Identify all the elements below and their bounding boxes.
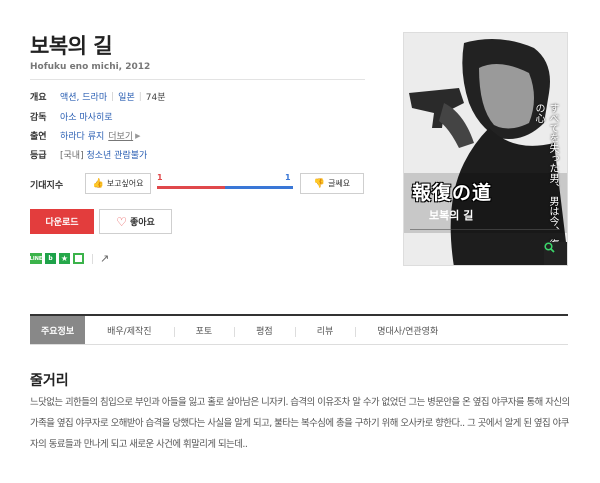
rating-region: [국내]	[60, 151, 84, 161]
synopsis-text: 느닷없는 괴한들의 침입으로 부인과 아들을 잃고 홀로 살아남은 니자키. 습…	[30, 397, 570, 450]
info-rating-row: 등급 [국내] 청소년 관람불가	[30, 148, 147, 161]
genre-link[interactable]: 액션, 드라마	[60, 90, 107, 103]
expectation-index: 기대지수 👍 보고싶어요 1 1 👎 글쎄요	[30, 172, 370, 196]
tab-cast-crew[interactable]: 배우/제작진	[85, 316, 173, 344]
separator: |	[111, 91, 115, 102]
thumbs-up-icon: 👍	[92, 178, 104, 189]
zoom-button[interactable]	[544, 242, 567, 265]
info-cast-row: 출연 하라다 류지 더보기 ▶	[30, 129, 141, 143]
like-button[interactable]: ♡ 좋아요	[99, 209, 172, 234]
line-icon[interactable]: LINE	[30, 253, 42, 264]
poster-title-jp: 報復の道	[412, 182, 493, 204]
share-icon[interactable]: ↗	[100, 252, 109, 265]
tab-bar: 주요정보 배우/제작진 포토 평점 리뷰 명대사/연관영화	[30, 314, 568, 345]
thumbs-down-icon: 👎	[313, 178, 326, 189]
cast-link[interactable]: 하라다 류지	[60, 129, 104, 142]
director-link[interactable]: 아소 마사히로	[60, 110, 113, 123]
heart-icon: ♡	[116, 214, 127, 229]
tab-review[interactable]: 리뷰	[294, 316, 356, 344]
divider	[92, 253, 93, 264]
want-count: 1	[157, 173, 163, 182]
want-to-see-label: 보고싶어요	[106, 179, 144, 188]
poster-title-kr: 보복의 길	[429, 209, 474, 222]
info-overview-row: 개요 액션, 드라마 | 일본 | 74분	[30, 90, 166, 104]
not-sure-label: 글쎄요	[328, 179, 351, 188]
like-label: 좋아요	[129, 218, 155, 228]
tab-photo[interactable]: 포토	[173, 316, 235, 344]
separator: |	[138, 91, 142, 102]
overview-label: 개요	[30, 93, 47, 103]
expectation-label: 기대지수	[30, 181, 64, 191]
search-icon	[544, 242, 555, 253]
want-to-see-button[interactable]: 👍 보고싶어요	[85, 173, 151, 194]
poster-credits	[410, 229, 560, 241]
tab-main-info[interactable]: 주요정보	[30, 316, 86, 344]
movie-original-title: Hofuku eno michi, 2012	[30, 62, 151, 72]
box-icon[interactable]	[73, 253, 84, 264]
movie-title: 보복의 길	[30, 34, 113, 58]
country-link[interactable]: 일본	[118, 90, 135, 103]
more-cast-link[interactable]: 더보기	[108, 129, 133, 142]
chevron-right-icon: ▶	[135, 131, 141, 140]
divider	[30, 79, 365, 80]
not-sure-button[interactable]: 👎 글쎄요	[300, 173, 364, 194]
expectation-bar	[157, 186, 293, 189]
tab-quotes-related[interactable]: 명대사/연관영화	[355, 316, 460, 344]
runtime: 74분	[145, 93, 166, 103]
cast-label: 출연	[30, 132, 47, 142]
rating-label: 등급	[30, 151, 47, 161]
director-label: 감독	[30, 113, 47, 123]
synopsis-heading: 줄거리	[30, 373, 69, 389]
movie-poster[interactable]: すべてを失った男、 男は今、 復讐の心 報復の道 보복의 길	[403, 32, 568, 266]
share-bar: LINE b ★ ↗	[30, 252, 110, 265]
rating-value[interactable]: 청소년 관람불가	[86, 148, 147, 161]
tab-rating[interactable]: 평점	[234, 316, 295, 344]
star-icon[interactable]: ★	[59, 253, 70, 264]
band-icon[interactable]: b	[45, 253, 56, 264]
meh-count: 1	[285, 173, 291, 182]
download-button[interactable]: 다운로드	[30, 209, 94, 234]
info-director-row: 감독 아소 마사히로	[30, 110, 113, 123]
